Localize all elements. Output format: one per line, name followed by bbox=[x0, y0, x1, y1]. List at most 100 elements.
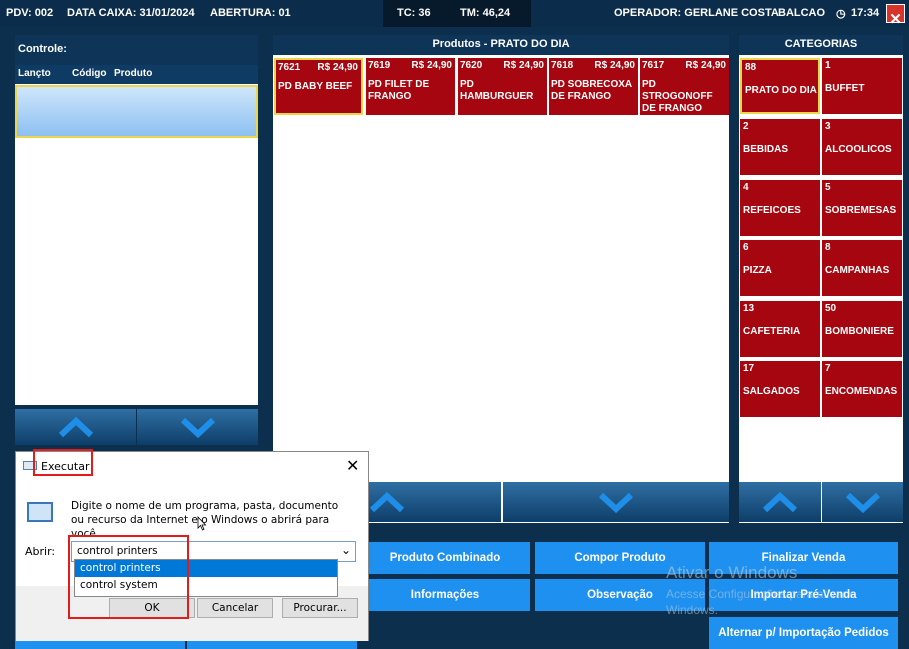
pdv-label: PDV: 002 bbox=[6, 7, 54, 19]
close-app-button[interactable]: ✕ bbox=[886, 4, 905, 27]
category-tile[interactable]: 17 SALGADOS bbox=[740, 361, 820, 417]
product-code: 7620 bbox=[460, 60, 483, 71]
category-number: 7 bbox=[825, 363, 831, 374]
product-tile[interactable]: 7619 R$ 24,90 PD FILET DE FRANGO bbox=[366, 58, 455, 115]
category-label: BEBIDAS bbox=[743, 144, 789, 155]
cancel-button[interactable]: Cancelar bbox=[197, 598, 273, 618]
controle-title: Controle: bbox=[18, 43, 67, 55]
category-number: 3 bbox=[825, 121, 831, 132]
category-label: CAMPANHAS bbox=[825, 265, 890, 276]
abrir-label: Abrir: bbox=[25, 545, 56, 558]
produtos-header: Produtos - PRATO DO DIA bbox=[273, 35, 729, 55]
category-label: ENCOMENDAS bbox=[825, 386, 898, 397]
category-label: BOMBONIERE bbox=[825, 326, 894, 337]
category-number: 17 bbox=[743, 363, 755, 374]
category-tile[interactable]: 4 REFEICOES bbox=[740, 180, 820, 236]
product-name: PD STROGONOFF DE FRANGO bbox=[642, 79, 713, 114]
produtos-scroll-down-button[interactable] bbox=[503, 482, 729, 522]
product-name: PD BABY BEEF bbox=[278, 81, 353, 92]
run-app-large-icon bbox=[27, 502, 53, 522]
chevron-down-icon bbox=[598, 492, 634, 513]
top-status-bar: PDV: 002 DATA CAIXA: 31/01/2024 ABERTURA… bbox=[0, 0, 909, 27]
category-number: 2 bbox=[743, 121, 749, 132]
product-tile[interactable]: 7617 R$ 24,90 PD STROGONOFF DE FRANGO bbox=[640, 58, 729, 115]
category-tile[interactable]: 88 PRATO DO DIA bbox=[740, 58, 820, 114]
controle-column-headers: Lançto Código Produto bbox=[15, 65, 258, 84]
controle-selected-row[interactable] bbox=[15, 85, 258, 138]
controle-scroll-down-button[interactable] bbox=[137, 409, 258, 445]
category-label: REFEICOES bbox=[743, 205, 801, 216]
controle-header: Controle: bbox=[15, 35, 258, 65]
categorias-scroll-down-button[interactable] bbox=[822, 482, 903, 522]
category-label: ALCOOLICOS bbox=[825, 144, 892, 155]
product-price: R$ 24,90 bbox=[317, 62, 358, 73]
tm-label: TM: 46,24 bbox=[460, 7, 511, 19]
categorias-header: CATEGORIAS bbox=[739, 35, 903, 55]
produtos-title: Produtos - PRATO DO DIA bbox=[432, 38, 570, 50]
category-tile[interactable]: 5 SOBREMESAS bbox=[822, 180, 902, 236]
category-number: 13 bbox=[743, 303, 755, 314]
close-icon[interactable]: ✕ bbox=[346, 456, 359, 475]
highlight-box bbox=[33, 449, 93, 476]
product-tile[interactable]: 7620 R$ 24,90 PD HAMBURGUER bbox=[458, 58, 547, 115]
product-name: PD HAMBURGUER bbox=[460, 79, 534, 102]
category-tile[interactable]: 8 CAMPANHAS bbox=[822, 240, 902, 296]
product-price: R$ 24,90 bbox=[411, 60, 452, 71]
informacoes-button[interactable]: Informações bbox=[360, 579, 530, 611]
browse-button[interactable]: Procurar... bbox=[282, 598, 358, 618]
alternar-importacao-button[interactable]: Alternar p/ Importação Pedidos bbox=[709, 617, 898, 649]
product-name: PD SOBRECOXA DE FRANGO bbox=[551, 79, 632, 102]
product-tile[interactable]: 7618 R$ 24,90 PD SOBRECOXA DE FRANGO bbox=[549, 58, 638, 115]
clock-label: 17:34 bbox=[851, 7, 880, 19]
col-produto: Produto bbox=[114, 68, 153, 79]
chevron-up-icon bbox=[762, 491, 798, 513]
col-lancto: Lançto bbox=[18, 68, 51, 79]
chevron-up-icon bbox=[369, 491, 405, 513]
product-tile[interactable]: 7621 R$ 24,90 PD BABY BEEF bbox=[274, 58, 363, 115]
balcao-label: BALCAO bbox=[778, 7, 826, 19]
category-tile[interactable]: 50 BOMBONIERE bbox=[822, 301, 902, 357]
activation-watermark-text: Acesse Configurações para ativar o Windo… bbox=[666, 587, 857, 617]
chevron-down-icon bbox=[180, 417, 215, 438]
chevron-up-icon bbox=[58, 416, 93, 438]
category-number: 6 bbox=[743, 242, 749, 253]
chevron-down-icon bbox=[845, 492, 880, 513]
product-price: R$ 24,90 bbox=[503, 60, 544, 71]
activation-watermark-title: Ativar o Windows bbox=[666, 563, 798, 582]
category-number: 4 bbox=[743, 182, 749, 193]
product-code: 7618 bbox=[551, 60, 574, 71]
category-number: 1 bbox=[825, 60, 831, 71]
category-label: SALGADOS bbox=[743, 386, 800, 397]
categorias-scroll-up-button[interactable] bbox=[739, 482, 821, 522]
product-name: PD FILET DE FRANGO bbox=[368, 79, 430, 102]
category-tile[interactable]: 6 PIZZA bbox=[740, 240, 820, 296]
abertura-label: ABERTURA: 01 bbox=[210, 7, 291, 19]
category-tile[interactable]: 13 CAFETERIA bbox=[740, 301, 820, 357]
product-price: R$ 24,90 bbox=[685, 60, 726, 71]
clock-icon: ◷ bbox=[836, 8, 846, 20]
category-number: 8 bbox=[825, 242, 831, 253]
operador-label: OPERADOR: GERLANE COSTA bbox=[614, 7, 779, 19]
category-number: 50 bbox=[825, 303, 837, 314]
category-label: BUFFET bbox=[825, 83, 865, 94]
category-number: 5 bbox=[825, 182, 831, 193]
product-price: R$ 24,90 bbox=[594, 60, 635, 71]
category-label: PRATO DO DIA bbox=[745, 85, 817, 96]
category-tile[interactable]: 7 ENCOMENDAS bbox=[822, 361, 902, 417]
chevron-down-icon[interactable]: ⌄ bbox=[341, 543, 351, 557]
data-caixa-label: DATA CAIXA: 31/01/2024 bbox=[67, 7, 195, 19]
category-label: PIZZA bbox=[743, 265, 772, 276]
product-code: 7617 bbox=[642, 60, 665, 71]
col-codigo: Código bbox=[72, 68, 107, 79]
category-tile[interactable]: 2 BEBIDAS bbox=[740, 119, 820, 175]
category-label: SOBREMESAS bbox=[825, 205, 897, 216]
controle-scroll-up-button[interactable] bbox=[15, 409, 136, 445]
produto-combinado-button[interactable]: Produto Combinado bbox=[360, 542, 530, 574]
tc-label: TC: 36 bbox=[397, 7, 431, 19]
category-tile[interactable]: 1 BUFFET bbox=[822, 58, 902, 114]
product-code: 7619 bbox=[368, 60, 391, 71]
category-number: 88 bbox=[745, 62, 757, 73]
category-tile[interactable]: 3 ALCOOLICOS bbox=[822, 119, 902, 175]
close-icon: ✕ bbox=[889, 11, 902, 28]
highlight-box bbox=[68, 535, 189, 619]
